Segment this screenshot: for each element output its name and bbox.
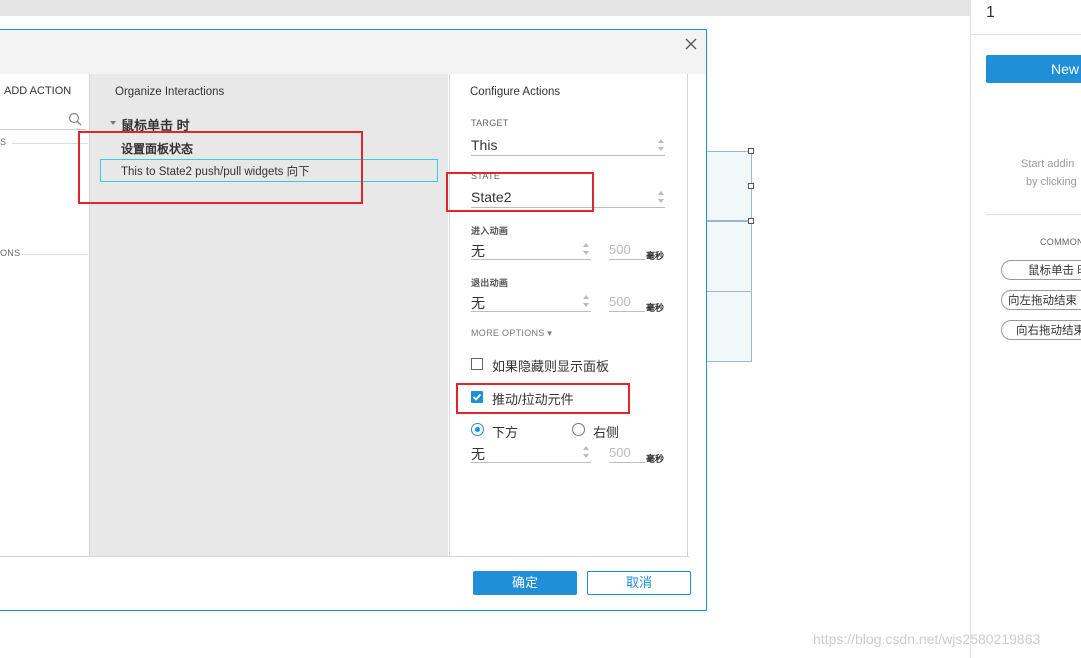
common-event-pill-click[interactable]: 鼠标单击 时 xyxy=(1001,260,1081,280)
hint-text-line1: Start addin xyxy=(1021,158,1075,170)
exit-animation-label: 退出动画 xyxy=(471,278,509,288)
resize-handle-top-right[interactable] xyxy=(748,148,754,154)
push-animation-select[interactable]: 无 xyxy=(471,444,485,464)
direction-right-radio[interactable] xyxy=(572,423,585,436)
field-underline xyxy=(471,259,591,260)
enter-animation-label: 进入动画 xyxy=(471,226,509,236)
enter-animation-arrows-icon[interactable] xyxy=(582,242,590,256)
new-interaction-button[interactable]: New xyxy=(986,55,1081,83)
configure-title: Configure Actions xyxy=(470,86,561,98)
organize-title: Organize Interactions xyxy=(115,86,225,98)
close-icon[interactable] xyxy=(683,36,699,52)
cancel-button[interactable]: 取消 xyxy=(587,571,691,595)
annotation-red-box xyxy=(78,131,363,204)
annotation-red-box xyxy=(456,383,630,414)
add-action-label: ADD ACTION xyxy=(4,85,72,97)
group-divider xyxy=(20,254,88,255)
show-if-hidden-checkbox[interactable] xyxy=(471,358,483,370)
state-select-arrows-icon[interactable] xyxy=(657,190,665,204)
field-underline xyxy=(609,311,645,312)
direction-below-label: 下方 xyxy=(492,425,519,440)
exit-duration-input[interactable]: 500 xyxy=(609,294,631,309)
hint-text-line2: by clicking xyxy=(1026,176,1077,188)
common-events-label: COMMON xyxy=(1040,237,1081,247)
push-animation-arrows-icon[interactable] xyxy=(582,445,590,459)
enter-animation-select[interactable]: 无 xyxy=(471,241,485,261)
exit-animation-arrows-icon[interactable] xyxy=(582,294,590,308)
push-duration-input[interactable]: 500 xyxy=(609,445,631,460)
exit-animation-select[interactable]: 无 xyxy=(471,293,485,313)
common-event-pill-swipe-right[interactable]: 向右拖动结束 xyxy=(1001,320,1081,340)
target-label: TARGET xyxy=(471,118,509,128)
panel-divider xyxy=(971,34,1081,35)
resize-handle-bottom-right[interactable] xyxy=(748,218,754,224)
add-action-pane xyxy=(0,74,90,556)
canvas-top-strip xyxy=(0,0,970,16)
action-group-label: ONS xyxy=(0,248,21,258)
canvas-panel-widget[interactable] xyxy=(700,151,752,221)
ms-unit-label: 毫秒 xyxy=(646,454,665,464)
show-if-hidden-label: 如果隐藏则显示面板 xyxy=(492,359,610,374)
action-group-label: S xyxy=(0,137,7,147)
field-underline xyxy=(471,155,665,156)
ms-unit-label: 毫秒 xyxy=(646,251,665,261)
page-number: 1 xyxy=(986,4,995,21)
canvas-widget-3[interactable] xyxy=(700,291,752,362)
ms-unit-label: 毫秒 xyxy=(646,303,665,313)
canvas-widget-2[interactable] xyxy=(700,221,752,292)
panel-divider xyxy=(986,214,1081,215)
enter-duration-input[interactable]: 500 xyxy=(609,242,631,257)
direction-below-radio[interactable] xyxy=(471,423,484,436)
annotation-red-box xyxy=(446,172,594,212)
direction-right-label: 右侧 xyxy=(593,425,620,440)
ok-button[interactable]: 确定 xyxy=(473,571,577,595)
target-select-arrows-icon[interactable] xyxy=(657,138,665,152)
field-underline xyxy=(471,462,591,463)
field-underline xyxy=(609,259,645,260)
dialog-footer-divider xyxy=(0,556,689,557)
search-icon[interactable] xyxy=(68,112,82,126)
dialog-header xyxy=(0,30,706,74)
more-options-toggle[interactable]: MORE OPTIONS ▾ xyxy=(471,328,552,339)
target-select[interactable]: This xyxy=(471,137,497,153)
field-underline xyxy=(471,311,591,312)
field-underline xyxy=(609,462,645,463)
common-event-pill-swipe-left[interactable]: 向左拖动结束 xyxy=(1001,290,1081,310)
watermark-text: https://blog.csdn.net/wjs2580219863 xyxy=(813,631,1041,647)
caret-down-icon[interactable] xyxy=(109,120,117,126)
group-divider xyxy=(12,143,88,144)
search-underline xyxy=(0,129,86,130)
resize-handle-middle-right[interactable] xyxy=(748,183,754,189)
